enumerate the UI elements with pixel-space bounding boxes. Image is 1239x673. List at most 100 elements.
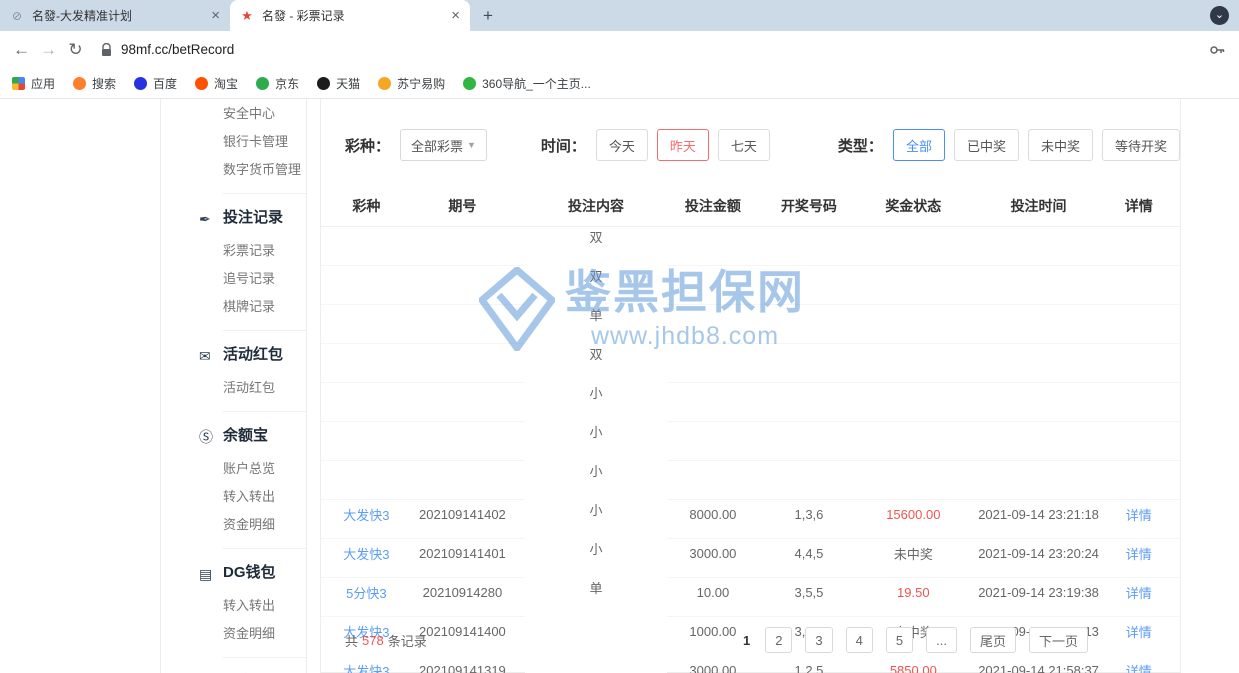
detail-link[interactable]: 详情: [1110, 583, 1168, 602]
bookmark-label: 天猫: [336, 75, 360, 92]
sidebar-section-header[interactable]: Ⓢ余额宝: [223, 426, 306, 446]
sidebar-item[interactable]: 资金明细: [223, 516, 306, 533]
bookmark-item[interactable]: 搜索: [73, 75, 116, 92]
star-favicon: ★: [240, 8, 254, 24]
sidebar-item[interactable]: 彩票记录: [223, 242, 306, 259]
tab-bar: ⊘名發-大发精准计划× ★ 名發 - 彩票记录 × + ⌄: [0, 0, 1239, 31]
bookmark-item[interactable]: 360导航_一个主页...: [463, 75, 591, 92]
sidebar-item[interactable]: 棋牌记录: [223, 298, 306, 315]
page-button[interactable]: 下一页: [1029, 627, 1088, 653]
tab-close-icon[interactable]: ×: [211, 8, 220, 23]
browser-tab[interactable]: ★ 名發 - 彩票记录 ×: [230, 0, 470, 31]
detail-link[interactable]: 详情: [1110, 505, 1168, 524]
sidebar-section-header[interactable]: ▤DG钱包: [223, 563, 306, 583]
page-button[interactable]: 3: [805, 627, 832, 653]
filter-button[interactable]: 已中奖: [954, 129, 1019, 161]
red-packet-icon: ✉: [199, 346, 211, 366]
detail-link[interactable]: 详情: [1110, 544, 1168, 563]
bookmark-item[interactable]: 苏宁易购: [378, 75, 445, 92]
sidebar-group: ✉活动红包活动红包: [223, 331, 306, 412]
detail-link[interactable]: 详情: [1110, 661, 1168, 673]
bookmark-item[interactable]: 京东: [256, 75, 299, 92]
apps-grid-icon: [12, 77, 25, 90]
issue-number: 202109141401: [400, 546, 525, 561]
lottery-select-value: 全部彩票: [411, 136, 463, 155]
bookmarks-bar: 应用 搜索 百度 淘宝 京东 天猫 苏宁易购 360导航_一个主页...: [0, 68, 1239, 99]
lock-icon: [101, 43, 112, 57]
suning-icon: [378, 77, 391, 90]
page-button[interactable]: 1: [741, 627, 752, 653]
dg-wallet-icon: ▤: [199, 564, 212, 584]
refresh-button[interactable]: ↻: [62, 36, 89, 64]
sidebar-item[interactable]: 转入转出: [223, 488, 306, 505]
browser-menu-button[interactable]: ⌄: [1210, 6, 1229, 25]
bookmark-item[interactable]: 淘宝: [195, 75, 238, 92]
filter-button[interactable]: 昨天: [657, 129, 709, 161]
sidebar-section-label: 余额宝: [223, 427, 268, 444]
page-button[interactable]: 5: [886, 627, 913, 653]
lottery-name[interactable]: 大发快3: [333, 544, 400, 563]
new-tab-icon: +: [483, 6, 493, 26]
page-button[interactable]: 2: [765, 627, 792, 653]
bookmark-item[interactable]: 天猫: [317, 75, 360, 92]
lottery-select[interactable]: 全部彩票 ▼: [400, 129, 487, 161]
sidebar-group: ▤DG钱包转入转出资金明细: [223, 549, 306, 658]
time-filter-buttons: 今天昨天七天: [596, 129, 770, 161]
new-tab-button[interactable]: +: [474, 2, 502, 30]
filter-button[interactable]: 等待开奖: [1102, 129, 1180, 161]
record-count: 共 578 条记录: [345, 631, 427, 650]
back-button[interactable]: ←: [8, 36, 35, 64]
address-bar[interactable]: 98mf.cc/betRecord: [93, 36, 1199, 64]
table-body: 大发快3202109141402双8000.001,3,615600.00202…: [321, 227, 1180, 617]
page-button[interactable]: 尾页: [970, 627, 1016, 653]
bookmark-item[interactable]: 应用: [12, 75, 55, 92]
bet-amount: 10.00: [667, 585, 759, 600]
sidebar-section-label: DG钱包: [223, 564, 276, 581]
password-key-button[interactable]: [1203, 36, 1231, 64]
table-row: 3分快320210914439小8000.001,2,315600.002021…: [321, 461, 1180, 500]
type-filter-buttons: 全部已中奖未中奖等待开奖: [893, 129, 1180, 161]
sidebar-item[interactable]: 银行卡管理: [223, 133, 306, 150]
sidebar-section-header[interactable]: ✒投注记录: [223, 208, 306, 228]
table-row: 5分快320210914280单10.003,5,519.502021-09-1…: [321, 305, 1180, 344]
bet-content: 单: [525, 578, 667, 673]
column-header: 投注金额: [667, 196, 759, 216]
tab-close-icon[interactable]: ×: [451, 8, 460, 23]
sidebar-item[interactable]: 资金明细: [223, 625, 306, 642]
sidebar-item[interactable]: 账户总览: [223, 460, 306, 477]
bookmark-item[interactable]: 百度: [134, 75, 177, 92]
lottery-name[interactable]: 大发快3: [333, 661, 400, 673]
bookmark-label: 应用: [31, 75, 55, 92]
filter-button[interactable]: 未中奖: [1028, 129, 1093, 161]
draw-numbers: 3,5,5: [759, 585, 859, 600]
sidebar-item[interactable]: 转入转出: [223, 597, 306, 614]
column-header: 详情: [1110, 196, 1168, 216]
column-header: 期号: [400, 196, 525, 216]
forward-button[interactable]: →: [35, 36, 62, 64]
sidebar-item[interactable]: 活动红包: [223, 379, 306, 396]
tab-title: 名發 - 彩票记录: [262, 7, 443, 24]
bet-records-icon: ✒: [199, 209, 211, 229]
table-header: 彩种期号投注内容投注金额开奖号码奖金状态投注时间详情: [321, 185, 1180, 227]
filter-button[interactable]: 全部: [893, 129, 945, 161]
column-header: 彩种: [333, 196, 400, 216]
site-favicon: ⊘: [10, 9, 24, 23]
filter-button[interactable]: 七天: [718, 129, 770, 161]
draw-numbers: 1,2,5: [759, 663, 859, 673]
page-button[interactable]: ...: [926, 627, 957, 653]
browser-tab[interactable]: ⊘名發-大发精准计划×: [0, 0, 230, 31]
sidebar-item[interactable]: 追号记录: [223, 270, 306, 287]
page-button[interactable]: 4: [846, 627, 873, 653]
column-header: 开奖号码: [759, 196, 859, 216]
column-header: 投注时间: [968, 196, 1110, 216]
sidebar-item[interactable]: 数字货币管理: [223, 161, 306, 178]
lottery-name[interactable]: 5分快3: [333, 583, 400, 602]
sidebar-item[interactable]: 安全中心: [223, 105, 306, 122]
detail-link[interactable]: 详情: [1110, 622, 1168, 641]
lottery-name[interactable]: 大发快3: [333, 505, 400, 524]
prize-status: 5850.00: [859, 663, 968, 673]
filter-button[interactable]: 今天: [596, 129, 648, 161]
taobao-icon: [195, 77, 208, 90]
sidebar-section-header[interactable]: ✉活动红包: [223, 345, 306, 365]
prize-status: 15600.00: [859, 507, 968, 522]
